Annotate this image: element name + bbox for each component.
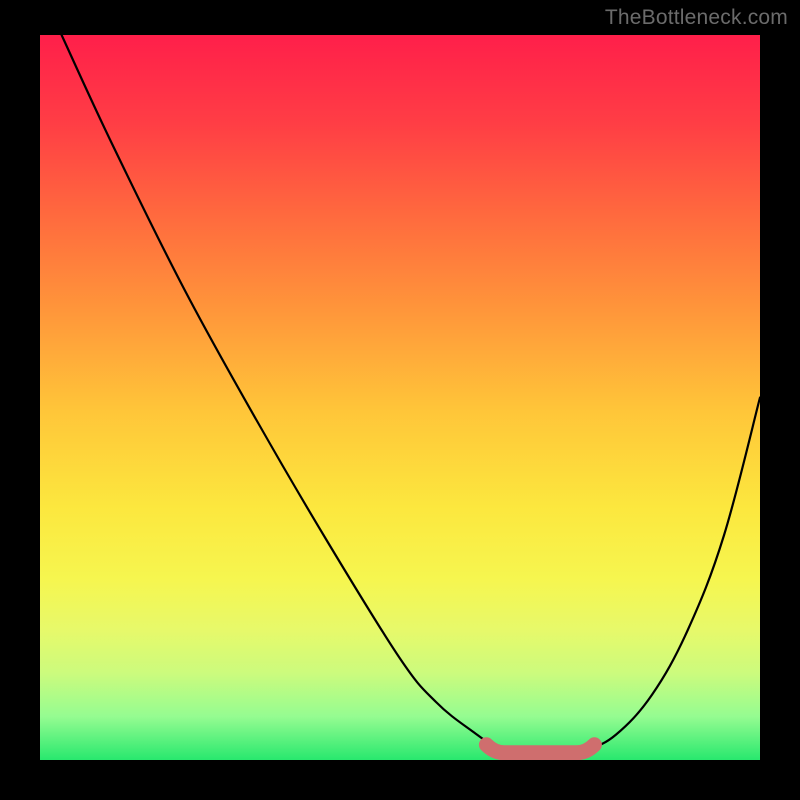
watermark-text: TheBottleneck.com [605,6,788,30]
chart-frame: TheBottleneck.com [0,0,800,800]
bottleneck-curve [62,35,760,753]
chart-overlay [40,35,760,760]
plot-area [40,35,760,760]
optimal-range-marker [486,745,594,753]
